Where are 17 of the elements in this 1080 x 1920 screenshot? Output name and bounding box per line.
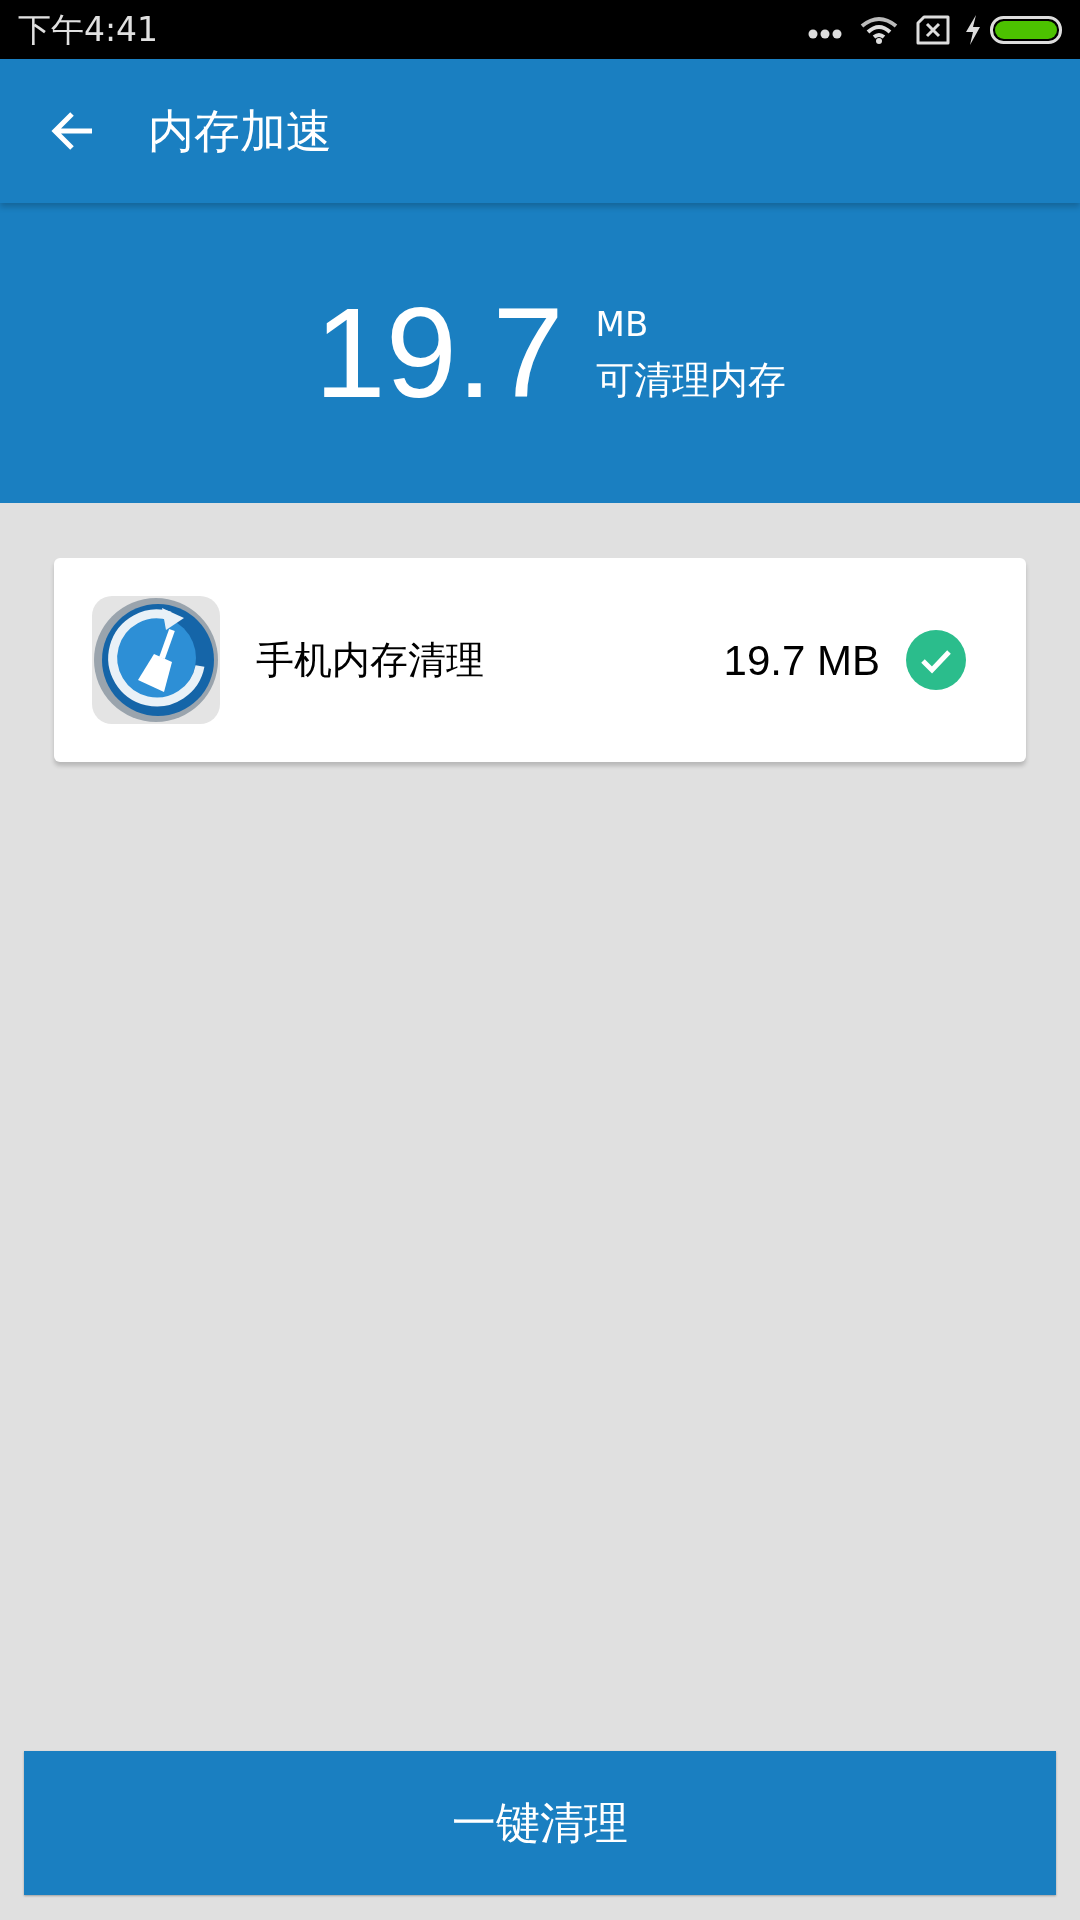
amount-caption: 可清理内存 xyxy=(595,361,786,399)
cleanable-amount: 19.7 xyxy=(314,289,564,417)
app-item-card[interactable]: 手机内存清理 19.7 MB xyxy=(54,558,1026,762)
checked-icon[interactable] xyxy=(906,630,966,690)
status-time: 下午4:41 xyxy=(18,8,159,51)
more-dots-icon xyxy=(808,28,842,39)
wifi-icon xyxy=(860,15,898,44)
back-arrow-icon xyxy=(50,111,94,151)
item-name: 手机内存清理 xyxy=(256,636,484,684)
item-size: 19.7 MB xyxy=(723,635,880,686)
broom-app-icon xyxy=(92,596,220,724)
no-sim-icon xyxy=(916,14,950,45)
battery-icon xyxy=(990,14,1062,45)
screen-title: 内存加速 xyxy=(148,102,332,160)
clean-all-button[interactable]: 一键清理 xyxy=(24,1751,1056,1895)
charging-icon xyxy=(964,14,982,45)
amount-unit: MB xyxy=(595,307,650,341)
